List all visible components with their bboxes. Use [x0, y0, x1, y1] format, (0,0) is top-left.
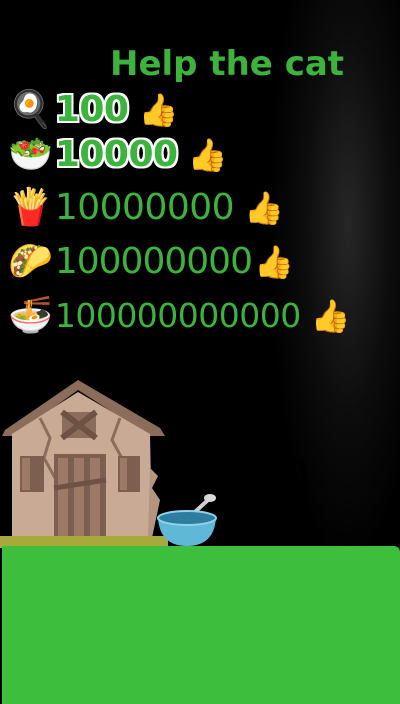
thumbs-up-icon[interactable]: 👍 [254, 242, 294, 282]
food-row-salad[interactable]: 🥗 10000 👍 [8, 133, 227, 177]
ramen-icon: 🍜 [8, 295, 53, 336]
food-amount: 100000000 [54, 241, 253, 282]
grass-ground [2, 546, 400, 704]
fries-icon: 🍟 [8, 187, 53, 228]
thumbs-up-icon[interactable]: 👍 [244, 188, 284, 228]
thumbs-up-icon[interactable]: 👍 [138, 90, 178, 130]
fried-egg-icon: 🍳 [8, 89, 53, 130]
food-amount: 100000000000 [54, 296, 301, 335]
bowl-icon[interactable] [154, 492, 220, 550]
food-row-taco[interactable]: 🌮 100000000 👍 [8, 240, 294, 284]
thumbs-up-icon[interactable]: 👍 [188, 135, 228, 175]
ruined-house-icon [2, 380, 165, 538]
taco-icon: 🌮 [8, 241, 53, 282]
game-scene: Help the cat 🍳 100 👍 🥗 10000 👍 🍟 1000000… [0, 0, 400, 704]
food-row-egg[interactable]: 🍳 100 👍 [8, 88, 178, 132]
food-amount: 10000000 [54, 187, 235, 228]
food-amount: 100 [54, 89, 129, 130]
page-title: Help the cat [110, 44, 345, 84]
food-amount: 10000 [54, 134, 178, 175]
crying-cat-icon[interactable]: 😿 [240, 456, 313, 536]
food-row-ramen[interactable]: 🍜 100000000000 👍 [8, 294, 351, 338]
salad-icon: 🥗 [8, 134, 53, 175]
food-row-fries[interactable]: 🍟 10000000 👍 [8, 186, 284, 230]
thumbs-up-icon[interactable]: 👍 [311, 296, 351, 336]
